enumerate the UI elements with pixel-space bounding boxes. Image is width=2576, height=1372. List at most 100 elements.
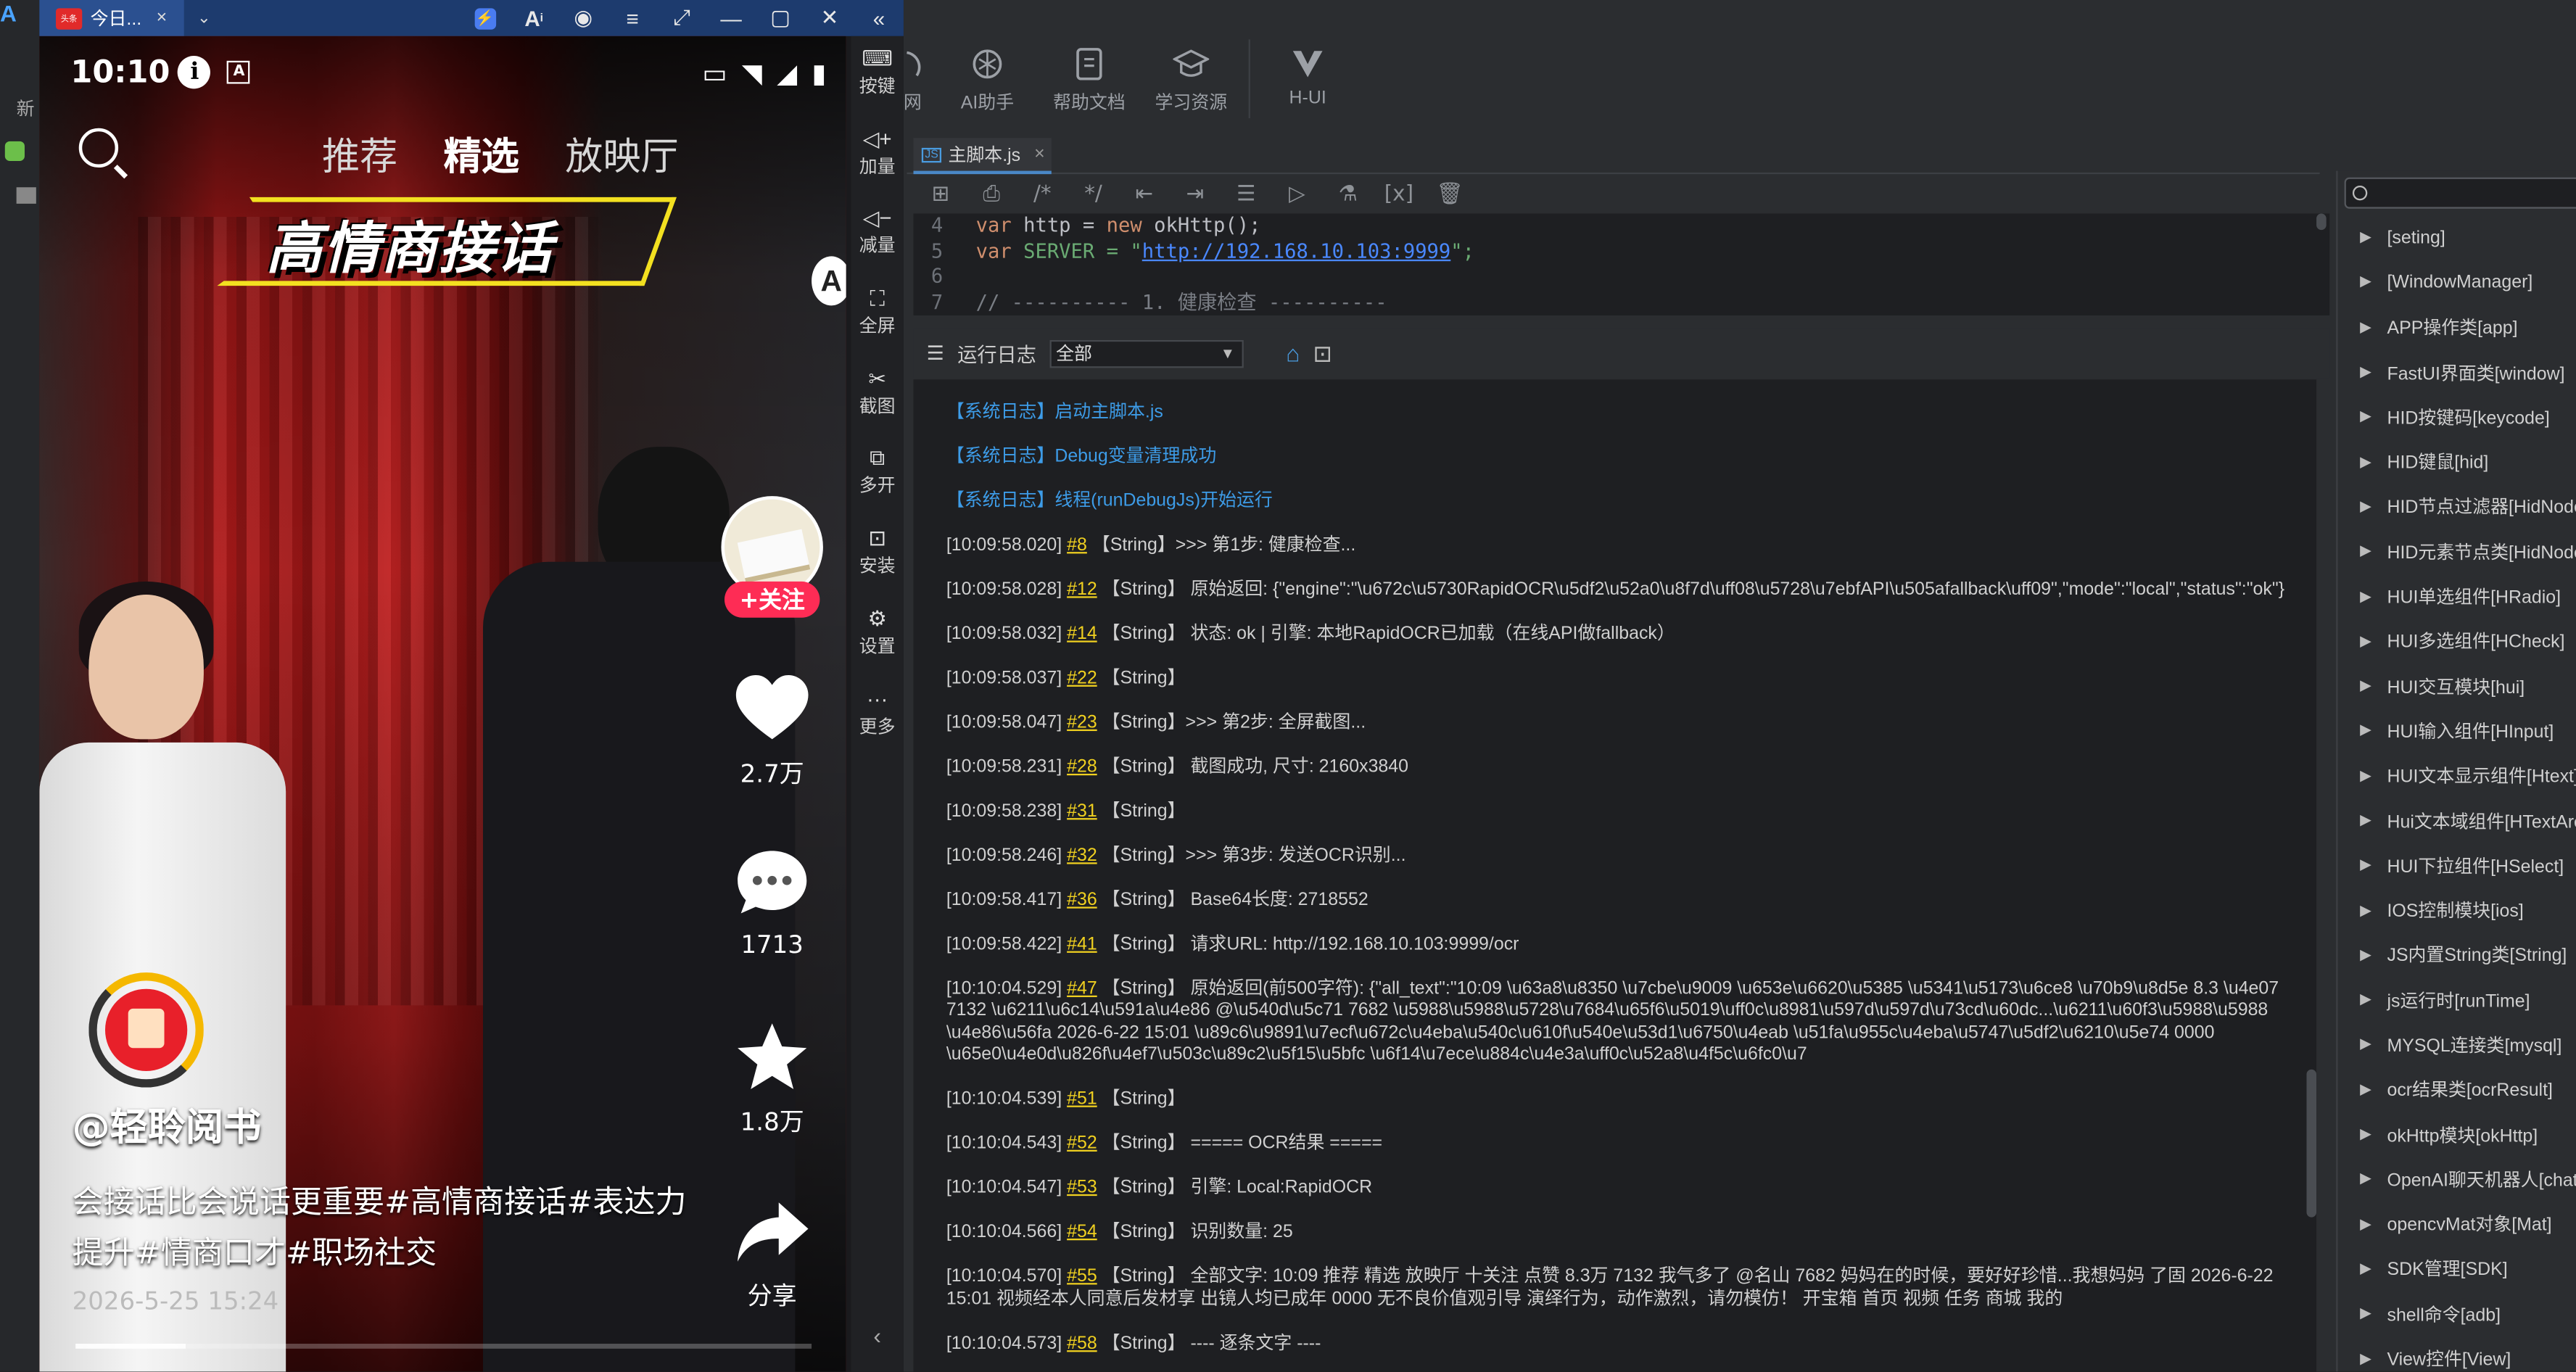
- menu-icon[interactable]: ≡: [608, 0, 657, 36]
- add-icon[interactable]: ⊞: [920, 178, 962, 210]
- expand-arrow-icon[interactable]: ▶: [2345, 811, 2387, 830]
- expand-arrow-icon[interactable]: ▶: [2345, 1215, 2387, 1233]
- log-line-ref-link[interactable]: #52: [1067, 1133, 1097, 1153]
- api-tree-item[interactable]: ▶ FastUI界面类[window]: [2338, 350, 2576, 394]
- expand-arrow-icon[interactable]: ▶: [2345, 1080, 2387, 1099]
- tab-main-script[interactable]: JS 主脚本.js ×: [913, 138, 1052, 175]
- toolbar-learning[interactable]: 学习资源: [1140, 30, 1242, 128]
- api-tree-item[interactable]: ▶ HID键鼠[hid]: [2338, 439, 2576, 484]
- log-output[interactable]: 【系统日志】启动主脚本.js 【系统日志】Debug变量清理成功 【系统日志】线程(…: [913, 379, 2317, 1372]
- api-tree-item[interactable]: ▶ okHttp模块[okHttp]: [2338, 1112, 2576, 1157]
- api-tree-item[interactable]: ▶ MYSQL连接类[mysql]: [2338, 1022, 2576, 1067]
- log-line-ref-link[interactable]: #12: [1067, 579, 1097, 599]
- tab-theater[interactable]: 放映厅: [565, 125, 678, 181]
- api-tree-item[interactable]: ▶ js运行时[runTime]: [2338, 978, 2576, 1022]
- api-tree-item[interactable]: ▶ HID元素节点类[HidNode]: [2338, 529, 2576, 574]
- expand-arrow-icon[interactable]: ▶: [2345, 991, 2387, 1009]
- phone-screen[interactable]: 高情商接话 10:10 i A ▭ ◥ ◢ ▮ 推荐 精选 放映厅 A +关注 …: [39, 36, 846, 1372]
- api-tree-item[interactable]: ▶ ocr结果类[ocrResult]: [2338, 1067, 2576, 1112]
- tab-featured[interactable]: 精选: [444, 125, 519, 181]
- like-button[interactable]: [719, 664, 825, 756]
- api-tree-item[interactable]: ▶ HUI下拉组件[HSelect]: [2338, 843, 2576, 888]
- uncomment-icon[interactable]: */: [1073, 178, 1114, 210]
- log-line-ref-link[interactable]: #32: [1067, 845, 1097, 864]
- log-line-ref-link[interactable]: #23: [1067, 712, 1097, 732]
- red-packet-button[interactable]: [88, 972, 204, 1088]
- collapse-icon[interactable]: «: [854, 0, 904, 36]
- api-tree-item[interactable]: ▶ JS内置String类[String]: [2338, 933, 2576, 978]
- toolbar-ai-assistant[interactable]: AI助手: [936, 30, 1038, 128]
- expand-arrow-icon[interactable]: ▶: [2345, 1170, 2387, 1189]
- log-line-ref-link[interactable]: #28: [1067, 756, 1097, 776]
- sidebar-item-keyboard[interactable]: ⌨ 按键: [851, 36, 903, 116]
- follow-button[interactable]: +关注: [724, 581, 820, 618]
- sidebar-item-settings[interactable]: ⚙ 设置: [851, 596, 903, 676]
- toolbar-help-docs[interactable]: 帮助文档: [1039, 30, 1140, 128]
- image-search-icon[interactable]: ⊡: [1313, 339, 1333, 368]
- log-line-ref-link[interactable]: #55: [1067, 1267, 1097, 1286]
- emulator-app-tab[interactable]: 头条 今日... ×: [39, 0, 184, 36]
- api-search-input[interactable]: [2344, 177, 2576, 209]
- api-tree-item[interactable]: ▶ shell命令[adb]: [2338, 1292, 2576, 1336]
- api-tree-item[interactable]: ▶ HUI输入组件[HInput]: [2338, 708, 2576, 753]
- api-tree-item[interactable]: ▶ HID节点过滤器[HidNode]: [2338, 484, 2576, 529]
- chevron-left-icon[interactable]: ‹: [851, 1323, 903, 1349]
- expand-arrow-icon[interactable]: ▶: [2345, 632, 2387, 650]
- log-line-ref-link[interactable]: #14: [1067, 624, 1097, 643]
- new-label[interactable]: 新: [17, 95, 35, 121]
- expand-arrow-icon[interactable]: ▶: [2345, 1305, 2387, 1323]
- log-line-ref-link[interactable]: #41: [1067, 934, 1097, 954]
- expand-arrow-icon[interactable]: ▶: [2345, 1350, 2387, 1368]
- log-line-ref-link[interactable]: #53: [1067, 1178, 1097, 1197]
- expand-arrow-icon[interactable]: ▶: [2345, 1036, 2387, 1054]
- sidebar-item-multi-open[interactable]: ⧉ 多开: [851, 436, 903, 516]
- log-scrollbar[interactable]: [2306, 1069, 2317, 1218]
- log-line-ref-link[interactable]: #31: [1067, 801, 1097, 820]
- expand-arrow-icon[interactable]: ▶: [2345, 273, 2387, 292]
- favorite-button[interactable]: [719, 1012, 825, 1104]
- close-icon[interactable]: ×: [157, 8, 168, 28]
- api-tree-item[interactable]: ▶ opencvMat对象[Mat]: [2338, 1202, 2576, 1247]
- close-icon[interactable]: ×: [1034, 144, 1045, 164]
- expand-arrow-icon[interactable]: ▶: [2345, 722, 2387, 740]
- expand-arrow-icon[interactable]: ▶: [2345, 497, 2387, 516]
- broom-icon[interactable]: ⌂: [1286, 340, 1300, 366]
- toolbar-h-ui[interactable]: H-UI: [1257, 30, 1358, 128]
- expand-arrow-icon[interactable]: ▶: [2345, 677, 2387, 695]
- expand-arrow-icon[interactable]: ▶: [2345, 901, 2387, 920]
- ai-icon[interactable]: Ai: [509, 0, 558, 36]
- folder-icon[interactable]: [16, 187, 36, 204]
- api-tree-item[interactable]: ▶ HUI文本显示组件[Htext]: [2338, 753, 2576, 798]
- log-line-ref-link[interactable]: #22: [1067, 668, 1097, 687]
- floating-a-icon[interactable]: A: [812, 256, 846, 306]
- lightning-icon[interactable]: ⚡: [460, 0, 509, 36]
- run-icon[interactable]: ▷: [1276, 178, 1318, 210]
- sidebar-item-fullscreen[interactable]: ⛶ 全屏: [851, 276, 903, 356]
- variable-icon[interactable]: [x]: [1379, 178, 1420, 210]
- expand-arrow-icon[interactable]: ▶: [2345, 542, 2387, 561]
- expand-arrow-icon[interactable]: ▶: [2345, 1260, 2387, 1278]
- api-tree-item[interactable]: ▶ HUI多选组件[HCheck]: [2338, 619, 2576, 664]
- sidebar-item-more[interactable]: ··· 更多: [851, 676, 903, 756]
- share-button[interactable]: [719, 1186, 825, 1278]
- log-filter-select[interactable]: 全部: [1049, 339, 1244, 368]
- api-tree-item[interactable]: ▶ HUI单选组件[HRadio]: [2338, 574, 2576, 619]
- search-icon[interactable]: [78, 128, 119, 168]
- log-line-ref-link[interactable]: #51: [1067, 1089, 1097, 1109]
- api-tree-item[interactable]: ▶ OpenAI聊天机器人[chat]: [2338, 1157, 2576, 1202]
- video-description[interactable]: 会接话比会说话更重要#高情商接话#表达力提升#情商口才#职场社交: [73, 1178, 697, 1279]
- expand-arrow-icon[interactable]: ▶: [2345, 228, 2387, 247]
- api-tree-item[interactable]: ▶ HUI交互模块[hui]: [2338, 664, 2576, 708]
- indent-icon[interactable]: ⇥: [1175, 178, 1216, 210]
- log-line-ref-link[interactable]: #47: [1067, 978, 1097, 998]
- android-icon[interactable]: [4, 141, 25, 161]
- video-progress-bar[interactable]: [75, 1344, 812, 1349]
- sidebar-item-scissors[interactable]: ✂ 截图: [851, 356, 903, 436]
- log-line-ref-link[interactable]: #54: [1067, 1222, 1097, 1241]
- expand-arrow-icon[interactable]: ▶: [2345, 363, 2387, 381]
- comment-icon[interactable]: /*: [1022, 178, 1063, 210]
- api-tree-item[interactable]: ▶ APP操作类[app]: [2338, 305, 2576, 350]
- sidebar-item-volume-down[interactable]: ◁− 减量: [851, 196, 903, 276]
- toolbar-network[interactable]: 网: [904, 30, 936, 128]
- api-tree-item[interactable]: ▶ View控件[View]: [2338, 1336, 2576, 1372]
